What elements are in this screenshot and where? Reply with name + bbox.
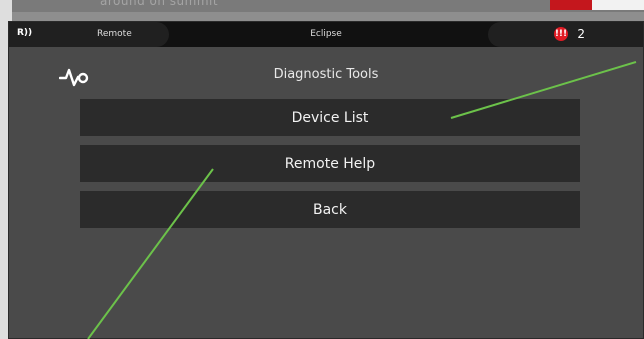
device-list-label: Device List — [291, 109, 369, 126]
back-button[interactable]: Back — [80, 191, 580, 228]
alert-icon: !!! — [554, 27, 568, 41]
back-label: Back — [313, 201, 347, 218]
device-screen: R)) Remote Eclipse !!! 2 Diagnostic Tool… — [8, 21, 644, 339]
page-title: Diagnostic Tools — [273, 67, 379, 82]
status-right-segment[interactable]: !!! 2 — [488, 22, 643, 47]
background-title-fragment: around on summit — [100, 0, 219, 8]
device-list-button[interactable]: Device List — [80, 99, 580, 136]
background-header — [0, 0, 644, 12]
status-bar: R)) Remote Eclipse !!! 2 — [9, 22, 643, 47]
alert-count: 2 — [577, 27, 585, 41]
remote-help-label: Remote Help — [284, 155, 376, 172]
background-red-banner — [550, 0, 644, 10]
remote-help-button[interactable]: Remote Help — [80, 145, 580, 182]
